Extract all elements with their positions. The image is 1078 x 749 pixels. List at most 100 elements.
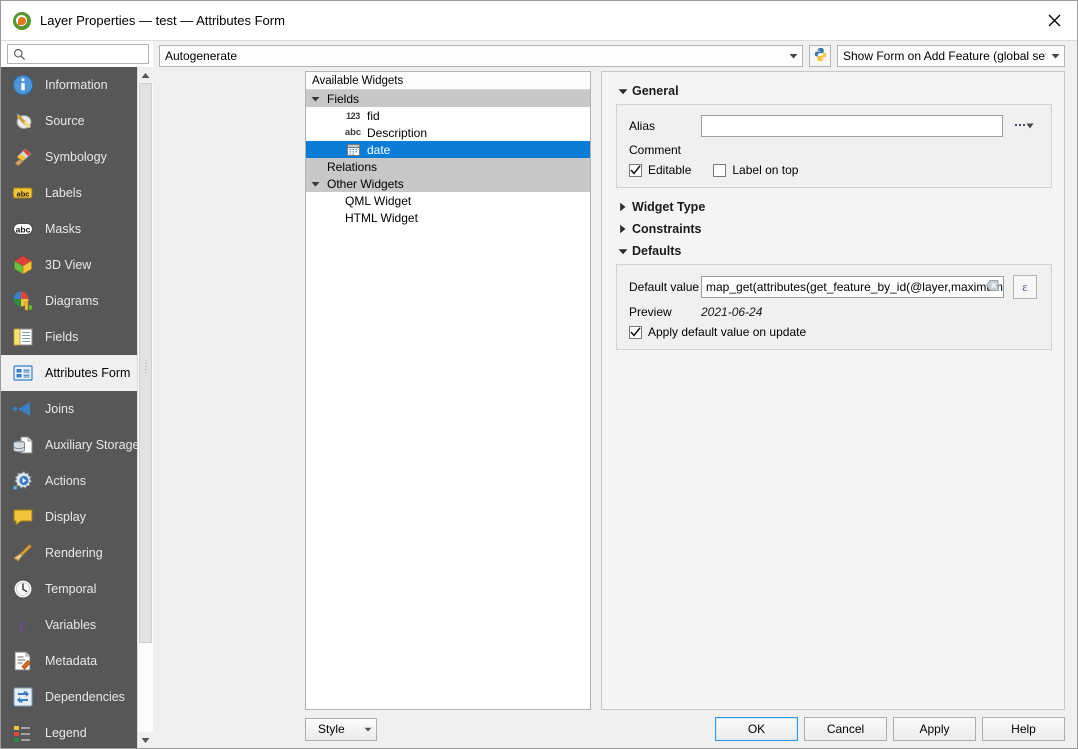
section-header-widget-type[interactable]: Widget Type <box>614 196 1052 218</box>
triangle-down-icon[interactable] <box>306 181 324 187</box>
form-layout-combo[interactable]: Autogenerate <box>159 45 803 67</box>
svg-text:abc: abc <box>16 225 31 235</box>
available-widgets-panel: Available Widgets Fields 123 fid abc Des… <box>305 71 591 710</box>
apply-default-on-update-checkbox[interactable] <box>629 325 642 339</box>
sidebar-item-label: Symbology <box>45 150 107 164</box>
sidebar-item-joins[interactable]: Joins <box>1 391 137 427</box>
scroll-up-icon[interactable] <box>138 67 153 83</box>
clear-icon[interactable] <box>986 280 999 294</box>
legend-icon <box>11 721 35 745</box>
tree-row-qml-widget[interactable]: QML Widget <box>306 192 590 209</box>
sidebar-item-label: Actions <box>45 474 86 488</box>
sidebar-item-fields[interactable]: Fields <box>1 319 137 355</box>
tree-row-relations[interactable]: Relations <box>306 158 590 175</box>
field-properties-pane: General Alias Comment Editable Label on … <box>601 71 1065 710</box>
tree-row-fields[interactable]: Fields <box>306 90 590 107</box>
labels-icon: abc <box>11 181 35 205</box>
available-widgets-tree: Fields 123 fid abc Description date Rela… <box>306 90 590 709</box>
section-header-defaults[interactable]: Defaults <box>614 240 1052 262</box>
apply-default-on-update-label[interactable]: Apply default value on update <box>648 325 806 339</box>
sidebar-item-auxiliary-storage[interactable]: Auxiliary Storage <box>1 427 137 463</box>
sidebar-item-legend[interactable]: Legend <box>1 715 137 748</box>
close-icon[interactable] <box>1031 1 1077 40</box>
editable-checkbox[interactable] <box>629 163 642 177</box>
alias-input[interactable] <box>701 115 1003 137</box>
alias-label: Alias <box>629 119 656 133</box>
sidebar-item-label: Variables <box>45 618 97 632</box>
sidebar-item-metadata[interactable]: Metadata <box>1 643 137 679</box>
search-input[interactable] <box>26 45 148 63</box>
scroll-down-icon[interactable] <box>138 732 153 748</box>
section-header-general[interactable]: General <box>614 80 1052 102</box>
tree-row-label: date <box>367 142 391 157</box>
section-title: Defaults <box>632 244 682 258</box>
sidebar-item-rendering[interactable]: Rendering <box>1 535 137 571</box>
text-icon: abc <box>344 127 362 138</box>
section-title: General <box>632 84 679 98</box>
variables-icon: ε <box>11 613 35 637</box>
label-on-top-label[interactable]: Label on top <box>732 163 798 177</box>
expression-editor-button[interactable]: ε <box>1013 275 1037 299</box>
attributes-form-icon <box>11 361 35 385</box>
symbology-icon <box>11 145 35 169</box>
sidebar-item-symbology[interactable]: Symbology <box>1 139 137 175</box>
sidebar-item-diagrams[interactable]: Diagrams <box>1 283 137 319</box>
svg-text:ε: ε <box>19 615 27 635</box>
sidebar-item-source[interactable]: Source <box>1 103 137 139</box>
triangle-down-icon[interactable] <box>306 96 324 102</box>
rendering-icon <box>11 541 35 565</box>
style-button[interactable]: Style <box>305 717 377 741</box>
svg-text:abc: abc <box>17 189 30 198</box>
expression-epsilon-icon: ε <box>1022 279 1028 294</box>
sidebar-item-3d-view[interactable]: 3D View <box>1 247 137 283</box>
sidebar-scrollbar-thumb[interactable] <box>139 83 152 643</box>
comment-label: Comment <box>629 143 682 157</box>
cancel-button[interactable]: Cancel <box>804 717 887 741</box>
sidebar-item-masks[interactable]: abc Masks <box>1 211 137 247</box>
sidebar-item-information[interactable]: Information <box>1 67 137 103</box>
tree-row-label: HTML Widget <box>345 210 418 225</box>
search-icon <box>14 48 26 60</box>
data-defined-override-icon[interactable] <box>1011 115 1037 137</box>
3d-view-icon <box>11 253 35 277</box>
sidebar-scrollbar[interactable] <box>137 67 153 748</box>
alias-row: Alias <box>629 115 1037 137</box>
sidebar-item-labels[interactable]: abc Labels <box>1 175 137 211</box>
apply-button[interactable]: Apply <box>893 717 976 741</box>
sidebar-item-label: Fields <box>45 330 79 344</box>
label-on-top-checkbox[interactable] <box>713 163 727 177</box>
chevron-down-icon <box>1046 53 1064 59</box>
tree-row-other-widgets[interactable]: Other Widgets <box>306 175 590 192</box>
form-toolbar: Autogenerate Show Form on Add Feature (g… <box>153 41 1077 71</box>
default-value-text: map_get(attributes(get_feature_by_id(@la… <box>706 280 1003 294</box>
sidebar-item-dependencies[interactable]: Dependencies <box>1 679 137 715</box>
editable-label[interactable]: Editable <box>648 163 691 177</box>
auxiliary-storage-icon <box>11 433 35 457</box>
tree-row-description[interactable]: abc Description <box>306 124 590 141</box>
sidebar-scrollbar-track[interactable] <box>138 83 153 732</box>
sidebar-item-variables[interactable]: ε Variables <box>1 607 137 643</box>
triangle-right-icon <box>614 224 632 234</box>
default-value-input[interactable]: map_get(attributes(get_feature_by_id(@la… <box>701 276 1004 298</box>
general-checkbox-row: Editable Label on top <box>629 163 1037 177</box>
sidebar-item-temporal[interactable]: Temporal <box>1 571 137 607</box>
sidebar-item-display[interactable]: Display <box>1 499 137 535</box>
checkmark-icon <box>630 165 641 175</box>
search-box[interactable] <box>7 44 149 64</box>
available-widgets-header: Available Widgets <box>306 72 590 90</box>
section-header-constraints[interactable]: Constraints <box>614 218 1052 240</box>
triangle-right-icon <box>614 202 632 212</box>
form-suppress-combo-value: Show Form on Add Feature (global setting… <box>843 49 1046 63</box>
tree-row-html-widget[interactable]: HTML Widget <box>306 209 590 226</box>
chevron-down-icon <box>360 727 376 732</box>
help-button[interactable]: Help <box>982 717 1065 741</box>
sidebar-item-actions[interactable]: Actions <box>1 463 137 499</box>
tree-row-date[interactable]: date <box>306 141 590 158</box>
tree-row-label: Relations <box>327 159 378 174</box>
qgis-logo-icon <box>13 11 31 30</box>
python-init-code-button[interactable] <box>809 45 831 67</box>
ok-button[interactable]: OK <box>715 717 798 741</box>
sidebar-item-attributes-form[interactable]: Attributes Form <box>1 355 137 391</box>
form-suppress-combo[interactable]: Show Form on Add Feature (global setting… <box>837 45 1065 67</box>
tree-row-fid[interactable]: 123 fid <box>306 107 590 124</box>
